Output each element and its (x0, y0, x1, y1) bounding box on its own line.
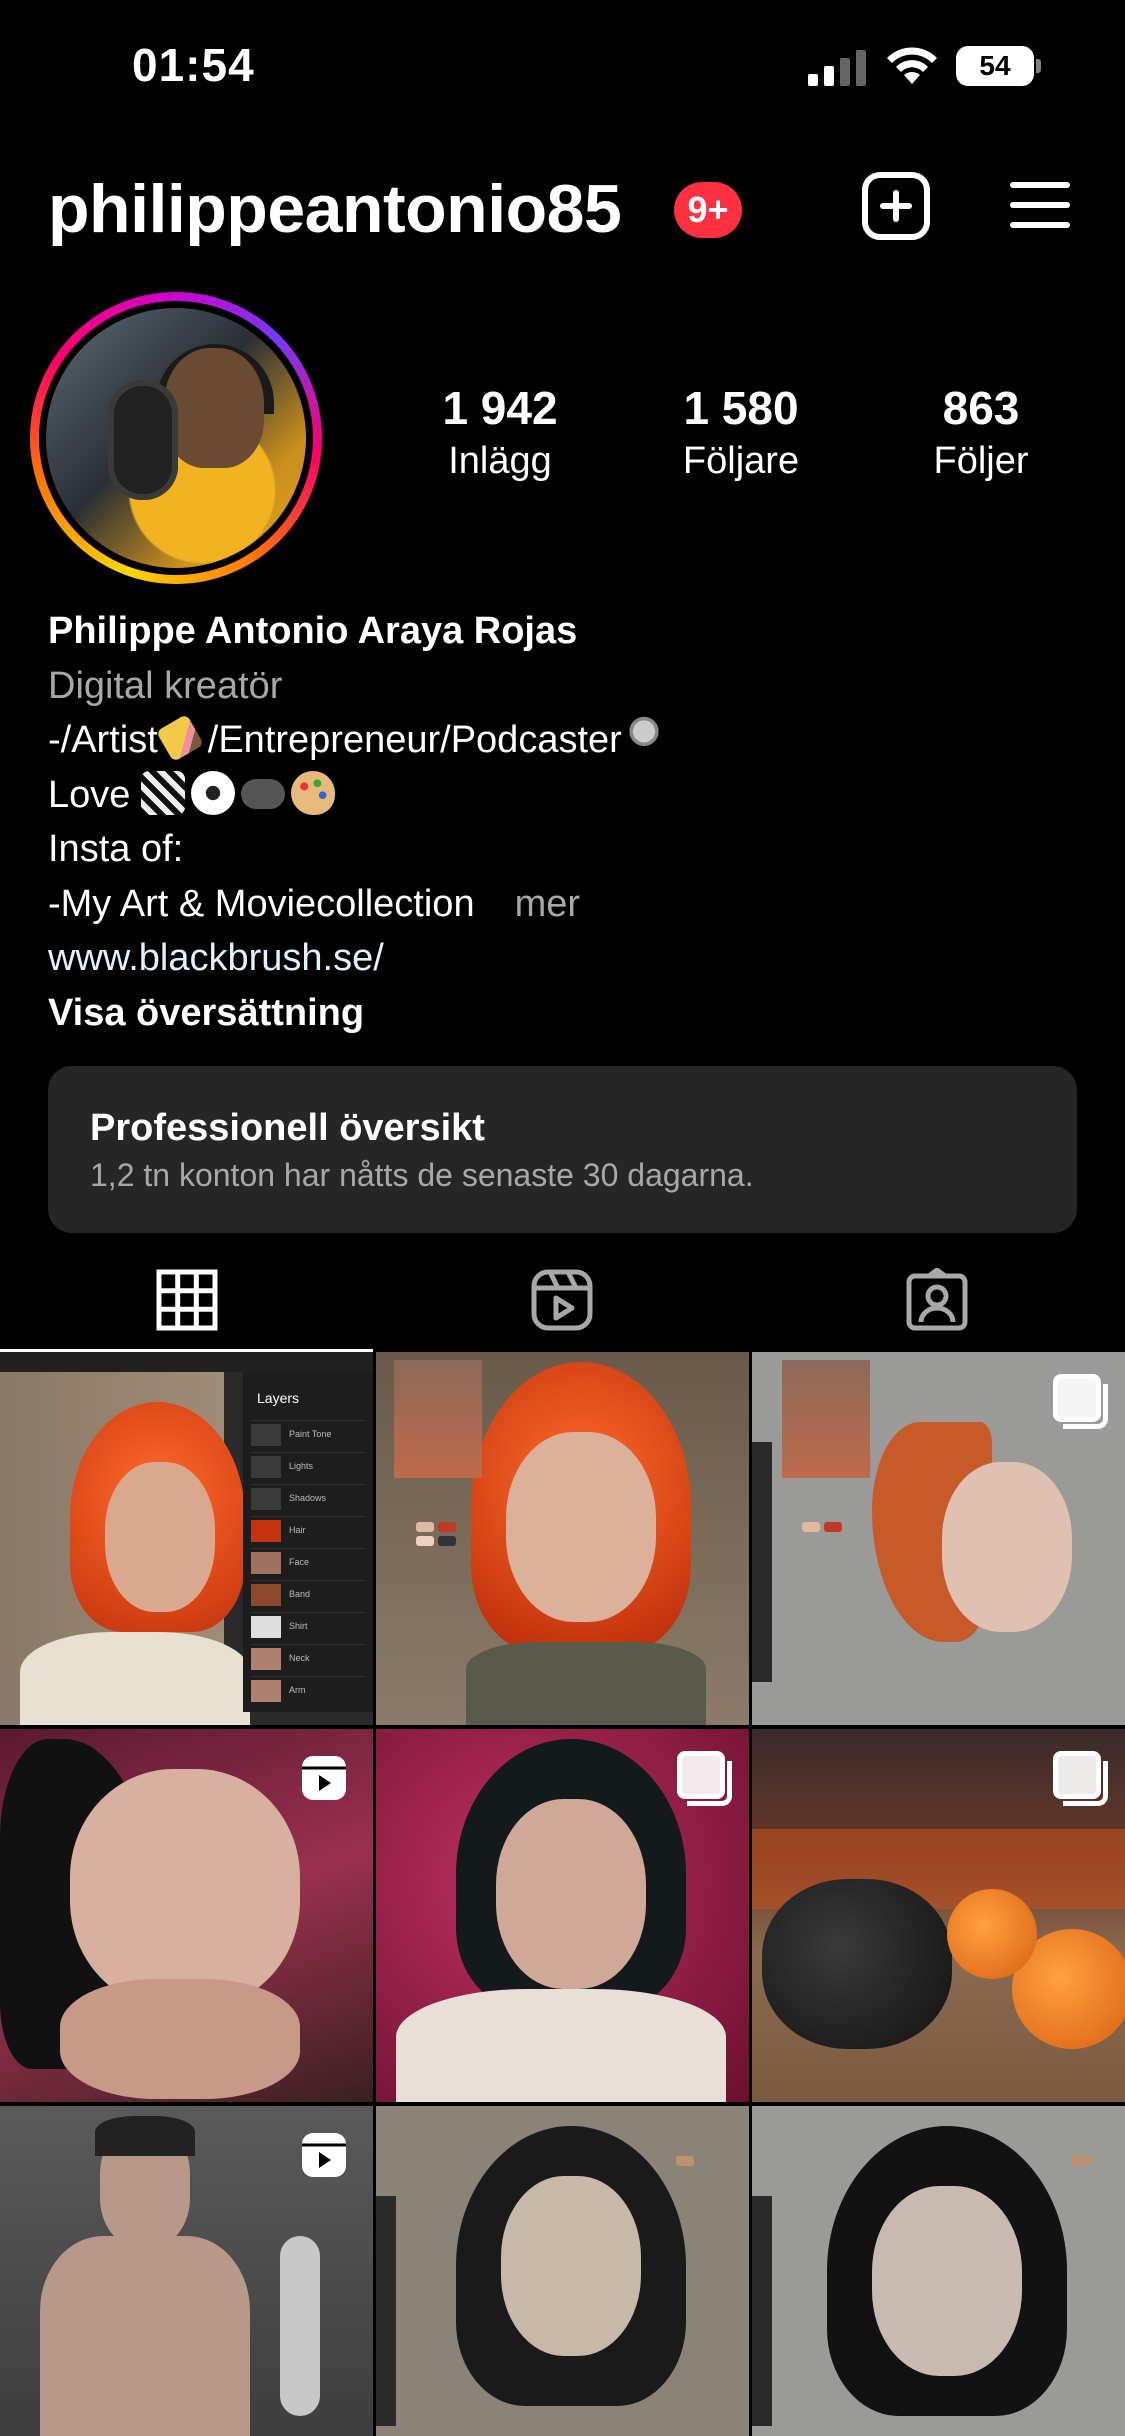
professional-dashboard[interactable]: Professionell översikt 1,2 tn konton har… (48, 1066, 1077, 1233)
stat-followers[interactable]: 1 580 Följare (662, 380, 820, 486)
carousel-icon (677, 1751, 732, 1806)
layers-panel: Layers Paint Tone Lights Shadows Hair Fa… (243, 1372, 373, 1712)
stat-posts[interactable]: 1 942 Inlägg (418, 380, 582, 486)
dashboard-subtitle: 1,2 tn konton har nåtts de senaste 30 da… (90, 1157, 754, 1193)
reels-icon (531, 1269, 593, 1331)
post-thumbnail[interactable] (376, 1352, 749, 1725)
category-label: Digital kreatör (48, 664, 283, 707)
battery-icon: 54 (956, 46, 1042, 86)
tab-reels[interactable] (375, 1250, 750, 1350)
microphone-emoji-icon (621, 716, 666, 760)
full-name: Philippe Antonio Araya Rojas (48, 610, 578, 652)
layers-title: Layers (257, 1390, 300, 1406)
profile-tabs (0, 1250, 1125, 1352)
username-title[interactable]: philippeantonio85 (48, 170, 622, 248)
wifi-icon (887, 47, 937, 84)
bio-artist-text: -/Artist (48, 719, 158, 761)
see-translation-link[interactable]: Visa översättning (48, 986, 1088, 1041)
bio-roles-text: /Entrepreneur/Podcaster (207, 719, 622, 761)
post-thumbnail[interactable] (376, 2106, 749, 2436)
avatar[interactable] (46, 308, 306, 568)
palette-emoji-icon (290, 770, 335, 815)
stat-following-label: Följer (933, 440, 1029, 482)
post-thumbnail[interactable] (376, 1729, 749, 2102)
posts-grid: Layers Paint Tone Lights Shadows Hair Fa… (0, 1352, 1125, 2436)
menu-button[interactable] (1010, 180, 1070, 230)
reel-icon (302, 2133, 346, 2177)
pencil-emoji-icon (155, 713, 204, 763)
notification-badge[interactable]: 9+ (674, 182, 742, 238)
story-ring[interactable] (30, 292, 322, 584)
bio-line-4: -My Art & Moviecollection mer (48, 877, 1088, 932)
reel-icon (302, 1756, 346, 1800)
cellular-signal-icon (808, 50, 866, 86)
website-link[interactable]: www.blackbrush.se/ (48, 931, 1088, 986)
stat-posts-label: Inlägg (448, 440, 552, 482)
new-post-button[interactable] (862, 172, 930, 240)
bio-collection-text: -My Art & Moviecollection (48, 882, 475, 925)
stat-followers-count: 1 580 (683, 382, 799, 434)
bio-line-2: Love (48, 768, 1088, 823)
status-time: 01:54 (132, 39, 255, 91)
post-thumbnail[interactable]: Layers Paint Tone Lights Shadows Hair Fa… (0, 1352, 373, 1725)
tab-tagged[interactable] (750, 1250, 1125, 1350)
clapper-board-emoji-icon (140, 770, 185, 815)
stat-following[interactable]: 863 Följer (908, 380, 1054, 486)
stat-posts-count: 1 942 (442, 382, 558, 434)
tab-posts[interactable] (0, 1250, 375, 1352)
stat-followers-label: Följare (682, 440, 800, 482)
stat-following-count: 863 (942, 382, 1020, 434)
battery-level: 54 (956, 46, 1034, 86)
bio-love-text: Love (48, 773, 131, 816)
grid-icon (156, 1269, 218, 1331)
more-link[interactable]: mer (515, 883, 580, 925)
status-bar: 01:54 54 (0, 0, 1125, 132)
post-thumbnail[interactable] (752, 2106, 1125, 2436)
dashboard-title: Professionell översikt (90, 1107, 485, 1149)
soccer-ball-emoji-icon (190, 770, 235, 815)
game-controller-emoji-icon (240, 778, 285, 809)
tagged-icon (906, 1268, 968, 1331)
post-thumbnail[interactable] (752, 1352, 1125, 1725)
post-thumbnail[interactable] (752, 1729, 1125, 2102)
bio-line-3: Insta of: (48, 828, 184, 870)
bio-line-1: -/Artist/Entrepreneur/Podcaster (48, 713, 1088, 768)
post-thumbnail[interactable] (0, 1729, 373, 2102)
bio: Philippe Antonio Araya Rojas Digital kre… (48, 604, 1088, 1040)
profile-header: philippeantonio85 9+ (0, 160, 1125, 260)
carousel-icon (1053, 1751, 1108, 1806)
post-thumbnail[interactable] (0, 2106, 373, 2436)
carousel-icon (1053, 1374, 1108, 1429)
